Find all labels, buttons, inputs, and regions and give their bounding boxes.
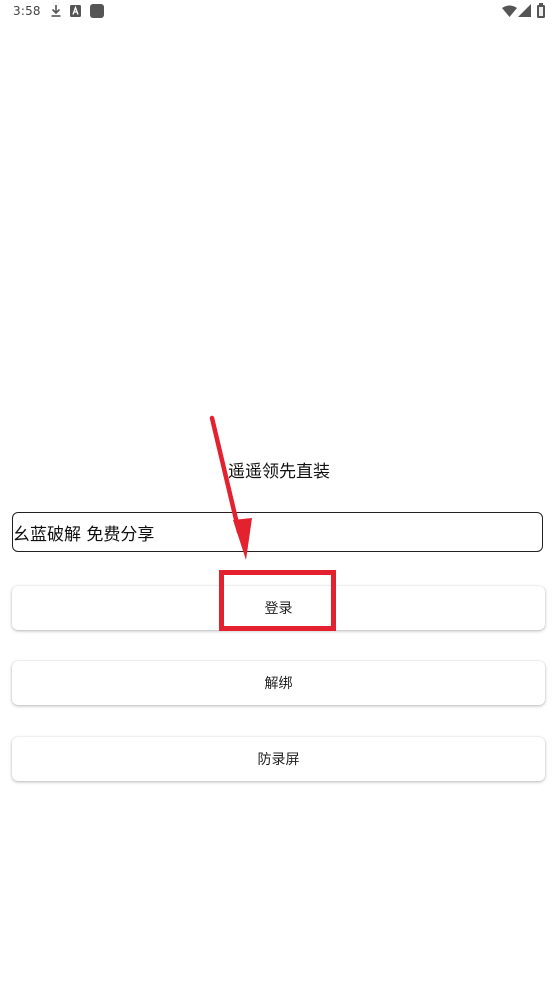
a-badge-icon <box>70 5 81 17</box>
anti-record-button[interactable]: 防录屏 <box>12 737 545 781</box>
status-bar: 3:58 <box>0 0 558 24</box>
key-input-container <box>12 512 543 552</box>
key-input[interactable] <box>13 513 542 551</box>
signal-icon <box>518 4 531 17</box>
square-notification-icon <box>90 4 104 18</box>
battery-icon <box>537 3 545 18</box>
status-time: 3:58 <box>13 4 41 18</box>
arrow-annotation <box>209 415 252 560</box>
unbind-button[interactable]: 解绑 <box>12 661 545 705</box>
login-button[interactable]: 登录 <box>12 586 545 630</box>
wifi-icon <box>502 5 517 17</box>
app-title: 遥遥领先直装 <box>228 462 330 482</box>
download-icon <box>51 5 61 17</box>
